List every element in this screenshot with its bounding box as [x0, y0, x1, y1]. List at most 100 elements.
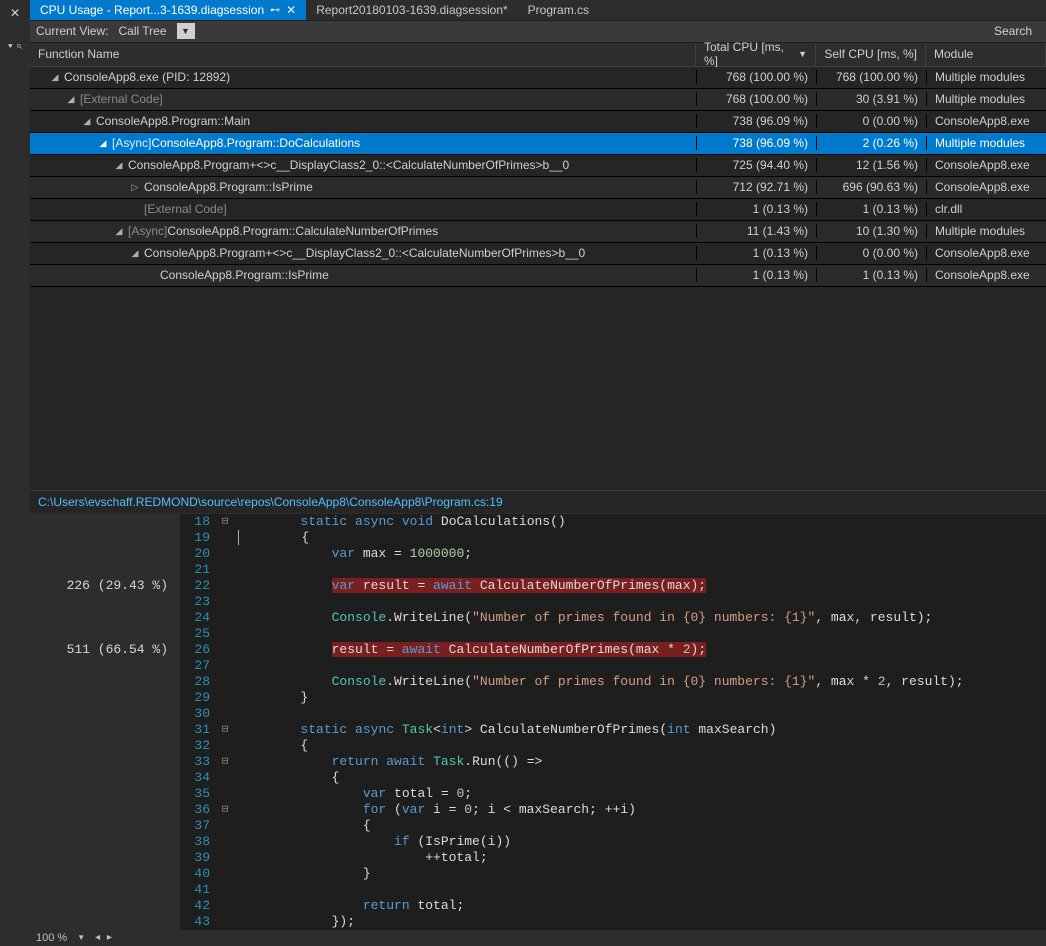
- code-line[interactable]: [234, 594, 1046, 610]
- close-icon[interactable]: ✕: [286, 3, 296, 17]
- zoom-dropdown-icon[interactable]: ▼: [77, 933, 85, 942]
- code-line[interactable]: {: [234, 530, 1046, 546]
- code-line[interactable]: for (var i = 0; i < maxSearch; ++i): [234, 802, 1046, 818]
- expand-icon[interactable]: ▷: [130, 182, 140, 192]
- collapse-icon[interactable]: ◢: [114, 160, 124, 170]
- call-tree-row[interactable]: ◢ConsoleApp8.Program+<>c__DisplayClass2_…: [30, 243, 1046, 265]
- fold-toggle-icon[interactable]: ⊟: [216, 514, 234, 530]
- scpu-cell: 1 (0.13 %): [816, 268, 926, 282]
- scpu-cell: 0 (0.00 %): [816, 246, 926, 260]
- current-view-dropdown[interactable]: Call Tree: [114, 22, 170, 40]
- code-line[interactable]: return await Task.Run(() =>: [234, 754, 1046, 770]
- call-tree-row[interactable]: ▷ConsoleApp8.Program::IsPrime712 (92.71 …: [30, 177, 1046, 199]
- code-line[interactable]: [234, 626, 1046, 642]
- mod-cell: ConsoleApp8.exe: [926, 180, 1046, 194]
- code-line[interactable]: return total;: [234, 898, 1046, 914]
- code-line[interactable]: {: [234, 738, 1046, 754]
- function-name: ConsoleApp8.Program::CalculateNumberOfPr…: [167, 224, 438, 238]
- code-line[interactable]: result = await CalculateNumberOfPrimes(m…: [234, 642, 1046, 658]
- code-line[interactable]: {: [234, 770, 1046, 786]
- tcpu-cell: 738 (96.09 %): [696, 136, 816, 150]
- call-tree-row[interactable]: ◢[External Code]768 (100.00 %)30 (3.91 %…: [30, 89, 1046, 111]
- line-number: 32: [180, 738, 216, 754]
- fold-toggle-icon[interactable]: ⊟: [216, 722, 234, 738]
- column-function-name[interactable]: Function Name: [30, 43, 696, 66]
- code-line[interactable]: Console.WriteLine("Number of primes foun…: [234, 674, 1046, 690]
- code-line[interactable]: var total = 0;: [234, 786, 1046, 802]
- scpu-cell: 30 (3.91 %): [816, 92, 926, 106]
- code-text[interactable]: static async void DoCalculations() { var…: [234, 514, 1046, 930]
- line-number: 21: [180, 562, 216, 578]
- hot-line-highlight: var result = await CalculateNumberOfPrim…: [332, 578, 706, 593]
- zoom-level[interactable]: 100 %: [36, 932, 67, 944]
- no-expander: [130, 204, 140, 214]
- collapse-icon[interactable]: ◢: [98, 138, 108, 148]
- code-line[interactable]: }: [234, 866, 1046, 882]
- profile-value: [30, 850, 180, 866]
- line-number: 25: [180, 626, 216, 642]
- collapse-icon[interactable]: ◢: [114, 226, 124, 236]
- call-tree-row[interactable]: ◢[Async] ConsoleApp8.Program::DoCalculat…: [30, 133, 1046, 155]
- profile-value: [30, 834, 180, 850]
- source-path[interactable]: C:\Users\evschaff.REDMOND\source\repos\C…: [30, 491, 1046, 514]
- call-tree-row[interactable]: ◢ConsoleApp8.Program::Main738 (96.09 %)0…: [30, 111, 1046, 133]
- fold-toggle-icon[interactable]: ⊟: [216, 802, 234, 818]
- tcpu-cell: 768 (100.00 %): [696, 70, 816, 84]
- collapse-icon[interactable]: ◢: [82, 116, 92, 126]
- fold-toggle-icon: [216, 914, 234, 930]
- nav-arrows-icon[interactable]: ◂ ▸: [95, 932, 114, 943]
- call-tree-row[interactable]: ◢ConsoleApp8.exe (PID: 12892)768 (100.00…: [30, 67, 1046, 89]
- column-self-cpu[interactable]: Self CPU [ms, %]: [816, 43, 926, 66]
- call-tree-row[interactable]: ConsoleApp8.Program::IsPrime1 (0.13 %)1 …: [30, 265, 1046, 287]
- call-tree-row[interactable]: ◢ConsoleApp8.Program+<>c__DisplayClass2_…: [30, 155, 1046, 177]
- column-module[interactable]: Module: [926, 43, 1046, 66]
- code-line[interactable]: Console.WriteLine("Number of primes foun…: [234, 610, 1046, 626]
- function-cell: ConsoleApp8.Program::IsPrime: [30, 268, 696, 282]
- code-line[interactable]: static async Task<int> CalculateNumberOf…: [234, 722, 1046, 738]
- search-mini-icon[interactable]: ⌕ ▾: [8, 40, 22, 53]
- close-icon[interactable]: ✕: [10, 6, 20, 20]
- profile-value: [30, 738, 180, 754]
- code-line[interactable]: var result = await CalculateNumberOfPrim…: [234, 578, 1046, 594]
- function-name: ConsoleApp8.Program::DoCalculations: [151, 136, 360, 150]
- code-line[interactable]: ++total;: [234, 850, 1046, 866]
- function-cell: ◢[External Code]: [30, 92, 696, 106]
- fold-toggle-icon[interactable]: ⊟: [216, 754, 234, 770]
- column-total-cpu[interactable]: Total CPU [ms, %] ▼: [696, 43, 816, 66]
- code-line[interactable]: {: [234, 818, 1046, 834]
- collapse-icon[interactable]: ◢: [66, 94, 76, 104]
- profile-value: 511 (66.54 %): [30, 642, 180, 658]
- code-line[interactable]: [234, 658, 1046, 674]
- profile-value: [30, 914, 180, 930]
- mod-cell: clr.dll: [926, 202, 1046, 216]
- mod-cell: ConsoleApp8.exe: [926, 114, 1046, 128]
- call-tree-row[interactable]: [External Code]1 (0.13 %)1 (0.13 %)clr.d…: [30, 199, 1046, 221]
- line-number: 29: [180, 690, 216, 706]
- code-line[interactable]: });: [234, 914, 1046, 930]
- code-line[interactable]: [234, 706, 1046, 722]
- line-number: 19: [180, 530, 216, 546]
- mod-cell: ConsoleApp8.exe: [926, 158, 1046, 172]
- document-tab[interactable]: CPU Usage - Report...3-1639.diagsession⊷…: [30, 0, 306, 20]
- profile-value: [30, 546, 180, 562]
- document-tab[interactable]: Report20180103-1639.diagsession*: [306, 0, 517, 20]
- collapse-icon[interactable]: ◢: [50, 72, 60, 82]
- fold-toggle-icon: [216, 738, 234, 754]
- current-view-label: Current View:: [36, 24, 108, 38]
- function-cell: ◢[Async] ConsoleApp8.Program::DoCalculat…: [30, 136, 696, 150]
- call-tree-row[interactable]: ◢[Async] ConsoleApp8.Program::CalculateN…: [30, 221, 1046, 243]
- code-line[interactable]: var max = 1000000;: [234, 546, 1046, 562]
- current-view-dropdown-button[interactable]: ▼: [177, 23, 195, 39]
- code-line[interactable]: [234, 562, 1046, 578]
- collapse-icon[interactable]: ◢: [130, 248, 140, 258]
- pin-icon[interactable]: ⊷: [270, 5, 280, 16]
- code-line[interactable]: static async void DoCalculations(): [234, 514, 1046, 530]
- code-line[interactable]: }: [234, 690, 1046, 706]
- code-line[interactable]: if (IsPrime(i)): [234, 834, 1046, 850]
- mod-cell: ConsoleApp8.exe: [926, 246, 1046, 260]
- document-tab[interactable]: Program.cs: [518, 0, 599, 20]
- code-line[interactable]: [234, 882, 1046, 898]
- search-button[interactable]: Search: [986, 24, 1040, 38]
- mod-cell: Multiple modules: [926, 224, 1046, 238]
- document-tabs: CPU Usage - Report...3-1639.diagsession⊷…: [30, 0, 1046, 20]
